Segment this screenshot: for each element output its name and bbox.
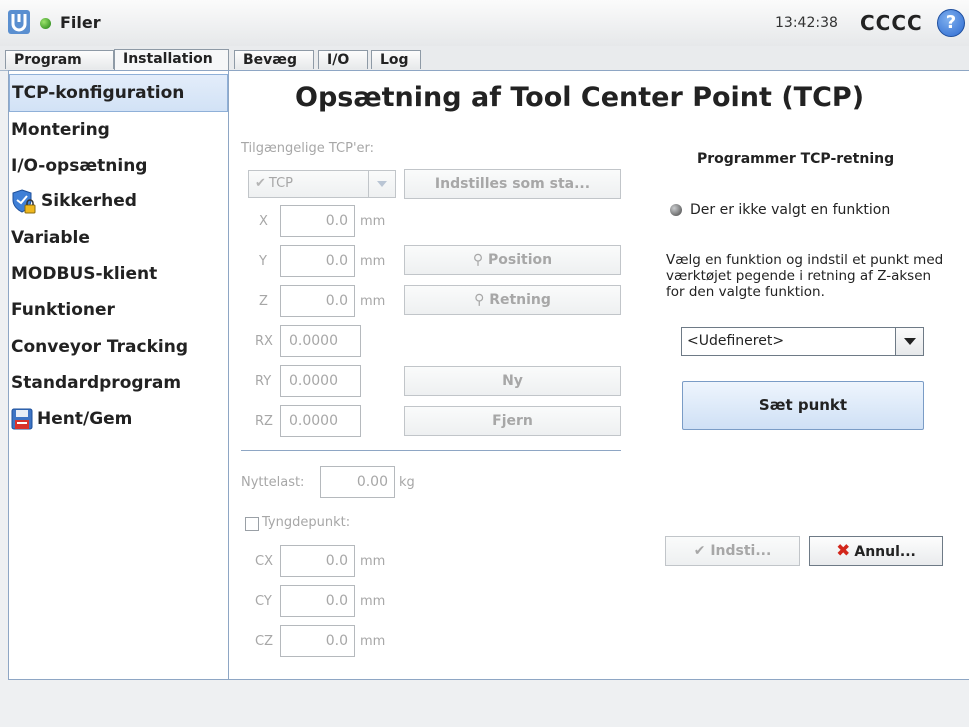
z-unit: mm — [360, 294, 386, 309]
tab-log[interactable]: Log — [371, 50, 421, 69]
robot-status-icon — [40, 18, 51, 29]
sidebar-item-tcp-configuration[interactable]: TCP-konfiguration — [9, 74, 228, 112]
tab-program[interactable]: Program — [5, 50, 114, 69]
safety-shield-lock-icon — [12, 189, 36, 214]
center-of-gravity-label: Tyngdepunkt: — [262, 515, 351, 530]
sidebar-item-label: Sikkerhed — [41, 191, 137, 211]
tab-bar: Program Installation Bevæg I/O Log — [0, 46, 969, 71]
center-of-gravity-checkbox[interactable] — [245, 517, 259, 531]
installation-sidebar: TCP-konfiguration Montering I/O-opsætnin… — [9, 71, 229, 679]
feature-select-value: <Udefineret> — [687, 333, 785, 349]
position-button-label: Position — [488, 252, 553, 268]
position-button[interactable]: ⚲ Position — [404, 245, 621, 275]
remove-tcp-button[interactable]: Fjern — [404, 406, 621, 436]
x-label: X — [259, 214, 268, 229]
sidebar-item-default-program[interactable]: Standardprogram — [9, 365, 228, 401]
new-tcp-button[interactable]: Ny — [404, 366, 621, 396]
z-label: Z — [259, 294, 268, 309]
payload-unit: kg — [399, 475, 415, 490]
cz-field[interactable]: 0.0 — [280, 625, 355, 657]
y-field[interactable]: 0.0 — [280, 245, 355, 277]
pointer-tool-icon: ⚲ — [474, 292, 485, 308]
cy-field[interactable]: 0.0 — [280, 585, 355, 617]
chevron-down-icon — [895, 328, 923, 355]
chevron-down-icon — [368, 171, 395, 197]
rx-field[interactable]: 0.0000 — [280, 325, 361, 357]
checkmark-icon: ✔ — [255, 176, 266, 191]
payload-label: Nyttelast: — [241, 475, 305, 490]
y-label: Y — [259, 254, 267, 269]
y-unit: mm — [360, 254, 386, 269]
cancel-button-label: Annul... — [854, 544, 916, 560]
set-point-button[interactable]: Sæt punkt — [682, 381, 924, 430]
sidebar-item-features[interactable]: Funktioner — [9, 292, 228, 328]
robot-name: CCCC — [860, 11, 923, 35]
cx-label: CX — [255, 554, 273, 569]
close-icon: ✖ — [836, 541, 851, 561]
sidebar-item-load-save[interactable]: Hent/Gem — [9, 401, 228, 437]
help-icon[interactable]: ? — [937, 9, 965, 37]
pointer-tool-icon: ⚲ — [472, 252, 484, 268]
feature-select[interactable]: <Udefineret> — [681, 327, 924, 356]
cz-unit: mm — [360, 634, 386, 649]
program-tcp-direction-title: Programmer TCP-retning — [697, 151, 895, 167]
sidebar-item-modbus-client[interactable]: MODBUS-klient — [9, 256, 228, 292]
sidebar-item-label: Hent/Gem — [37, 409, 133, 429]
cancel-button[interactable]: ✖ Annul... — [809, 536, 943, 566]
page-title: Opsætning af Tool Center Point (TCP) — [295, 82, 865, 113]
sidebar-item-variables[interactable]: Variable — [9, 220, 228, 256]
tab-installation[interactable]: Installation — [114, 49, 229, 70]
divider — [241, 450, 621, 451]
rz-label: RZ — [255, 414, 273, 429]
floppy-disk-icon — [11, 408, 33, 430]
title-bar: Filer 13:42:38 CCCC ? — [0, 0, 969, 46]
x-field[interactable]: 0.0 — [280, 205, 355, 237]
direction-button-label: Retning — [489, 292, 551, 308]
x-unit: mm — [360, 214, 386, 229]
rz-field[interactable]: 0.0000 — [280, 405, 361, 437]
file-menu[interactable]: Filer — [60, 13, 101, 32]
ry-field[interactable]: 0.0000 — [280, 365, 361, 397]
apply-button-label: Indsti... — [710, 543, 772, 559]
bottom-bar — [0, 681, 969, 727]
direction-button[interactable]: ⚲ Retning — [404, 285, 621, 315]
universal-robots-logo-icon — [8, 10, 30, 34]
tab-move[interactable]: Bevæg — [234, 50, 314, 69]
z-field[interactable]: 0.0 — [280, 285, 355, 317]
tcp-select-value: TCP — [268, 176, 294, 191]
cx-unit: mm — [360, 554, 386, 569]
tcp-select[interactable]: ✔ TCP — [248, 170, 396, 198]
cy-unit: mm — [360, 594, 386, 609]
payload-field[interactable]: 0.00 — [320, 466, 395, 498]
feature-status-text: Der er ikke valgt en funktion — [690, 202, 891, 218]
checkmark-icon: ✔ — [693, 543, 706, 559]
cy-label: CY — [255, 594, 272, 609]
sidebar-item-io-setup[interactable]: I/O-opsætning — [9, 148, 228, 184]
available-tcps-label: Tilgængelige TCP'er: — [241, 141, 375, 156]
rx-label: RX — [255, 334, 273, 349]
cx-field[interactable]: 0.0 — [280, 545, 355, 577]
set-as-default-button[interactable]: Indstilles som sta... — [404, 169, 621, 199]
apply-button[interactable]: ✔ Indsti... — [665, 536, 800, 566]
instruction-text: Vælg en funktion og indstil et punkt med… — [666, 252, 944, 300]
cz-label: CZ — [255, 634, 273, 649]
tab-io[interactable]: I/O — [318, 50, 368, 69]
clock: 13:42:38 — [775, 15, 838, 31]
sidebar-item-safety[interactable]: Sikkerhed — [9, 183, 228, 219]
ry-label: RY — [255, 374, 272, 389]
sidebar-item-conveyor-tracking[interactable]: Conveyor Tracking — [9, 329, 228, 365]
sidebar-item-mounting[interactable]: Montering — [9, 112, 228, 148]
status-indicator-icon — [670, 204, 682, 216]
